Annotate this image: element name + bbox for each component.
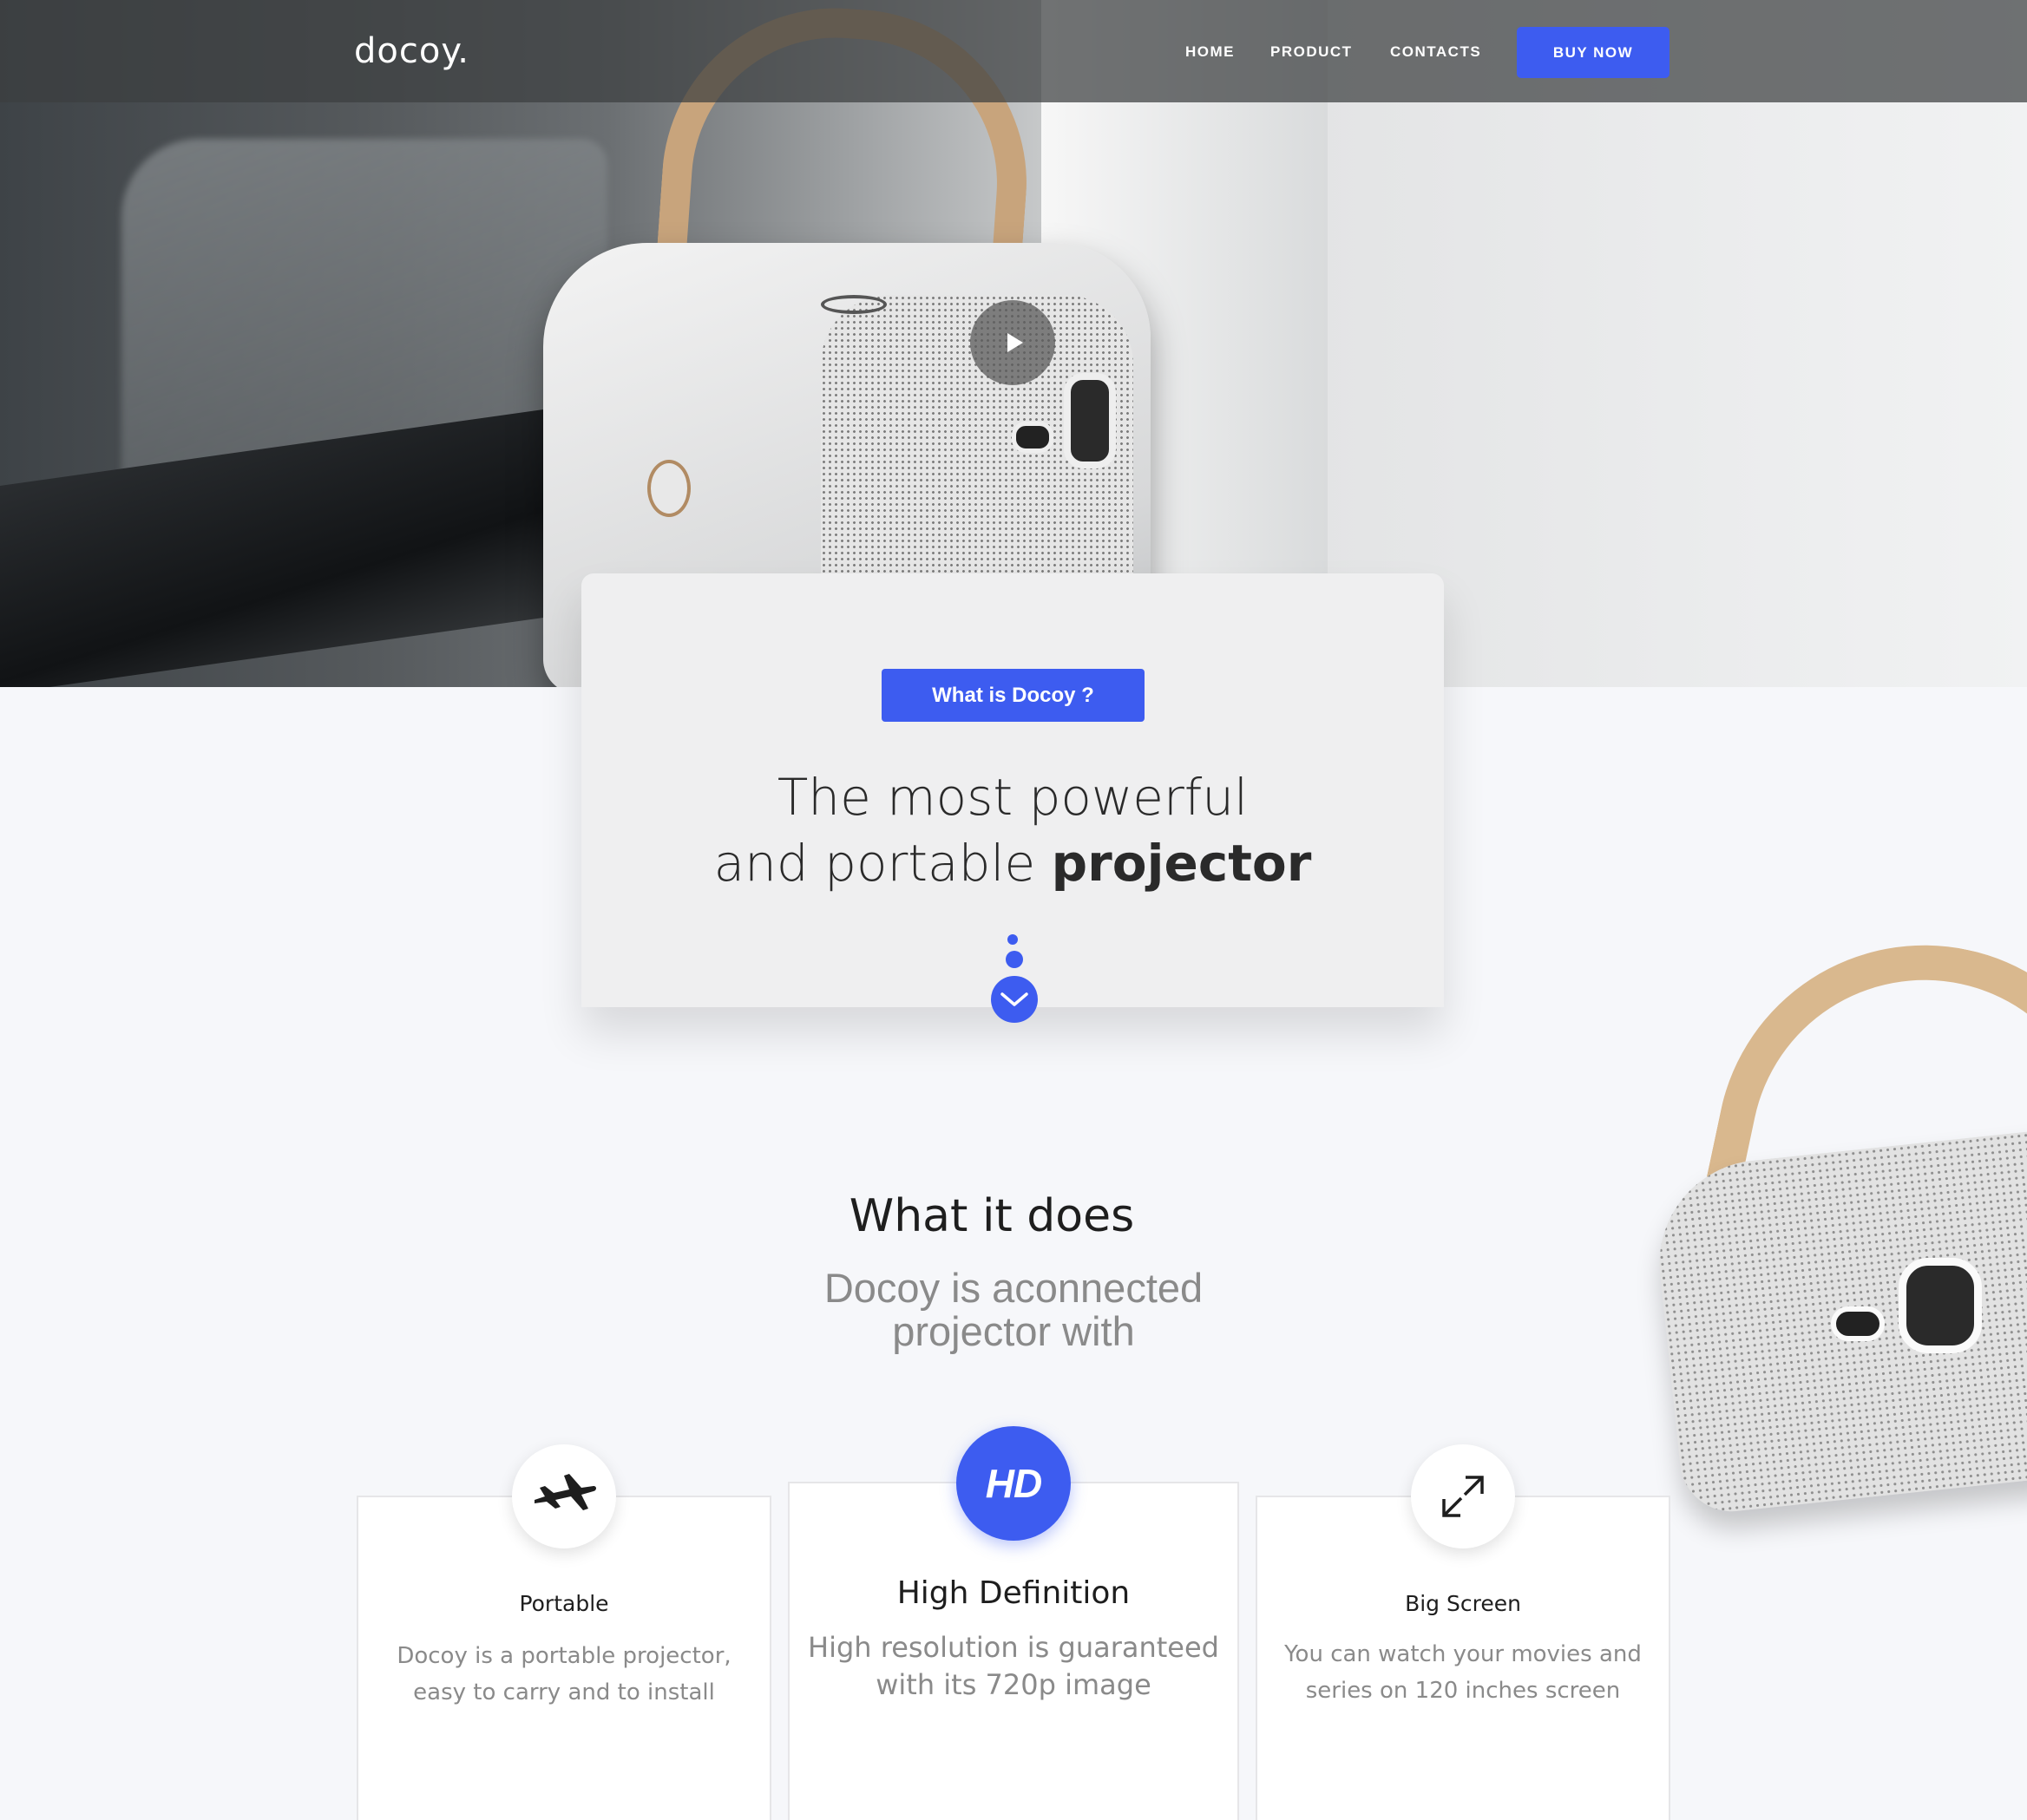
feature-desc-portable: Docoy is a portable projector, easy to c… [358, 1638, 770, 1711]
section-subtitle-line-1: Docoy is aconnected [823, 1265, 1204, 1311]
hd-icon: HD [985, 1461, 1042, 1506]
feature-desc-high-definition: High resolution is guaranteed with its 7… [790, 1629, 1237, 1704]
play-icon [1007, 333, 1023, 352]
play-video-button[interactable] [970, 300, 1055, 385]
projector-sensor [1012, 422, 1053, 453]
scroll-dot-medium [1006, 951, 1023, 968]
airplane-icon [535, 1474, 596, 1510]
projector-lens [1064, 373, 1116, 468]
nav-link-home[interactable]: HOME [1185, 43, 1235, 61]
logo[interactable]: docoy. [354, 31, 469, 71]
scroll-down-button[interactable] [991, 976, 1038, 1023]
headline-line-2-prefix: and portable [713, 834, 1036, 893]
feature-title-big-screen: Big Screen [1405, 1591, 1521, 1616]
headline-bold-word: projector [1051, 834, 1312, 893]
feature-desc-line: High resolution is guaranteed [808, 1631, 1219, 1664]
feature-icon-portable [512, 1444, 616, 1548]
buy-now-button[interactable]: BUY NOW [1517, 27, 1669, 78]
section-subtitle: Docoy is aconnected projector with [0, 1267, 2027, 1353]
nav-link-product[interactable]: PRODUCT [1270, 43, 1353, 61]
feature-desc-line: You can watch your movies and [1284, 1641, 1642, 1667]
projector-handle-knob [647, 460, 691, 517]
chevron-down-icon [1000, 992, 1028, 1006]
feature-title-high-definition: High Definition [896, 1575, 1131, 1611]
navbar: docoy. HOME PRODUCT CONTACTS BUY NOW [0, 0, 2027, 102]
projector-top-button [821, 295, 887, 314]
headline-line-1: The most powerful [777, 768, 1249, 827]
feature-desc-line: series on 120 inches screen [1305, 1678, 1621, 1704]
expand-icon [1442, 1476, 1484, 1517]
feature-title-portable: Portable [519, 1591, 609, 1616]
headline-line-2: and portable projector [581, 830, 1444, 896]
feature-desc-big-screen: You can watch your movies and series on … [1257, 1636, 1669, 1709]
section-title: What it does [849, 1190, 1135, 1242]
feature-desc-line: Docoy is a portable projector, [397, 1643, 731, 1669]
intro-card: What is Docoy ? The most powerful and po… [581, 573, 1444, 1023]
headline: The most powerful and portable projector [581, 764, 1444, 896]
feature-icon-high-definition: HD [956, 1426, 1071, 1541]
feature-icon-big-screen [1411, 1444, 1515, 1548]
feature-desc-line: easy to carry and to install [413, 1679, 715, 1705]
feature-desc-line: with its 720p image [876, 1668, 1151, 1701]
scroll-dot-small [1007, 934, 1018, 945]
nav-link-contacts[interactable]: CONTACTS [1390, 43, 1481, 61]
what-is-docoy-badge[interactable]: What is Docoy ? [882, 669, 1145, 722]
section-subtitle-line-2: projector with [892, 1308, 1135, 1354]
